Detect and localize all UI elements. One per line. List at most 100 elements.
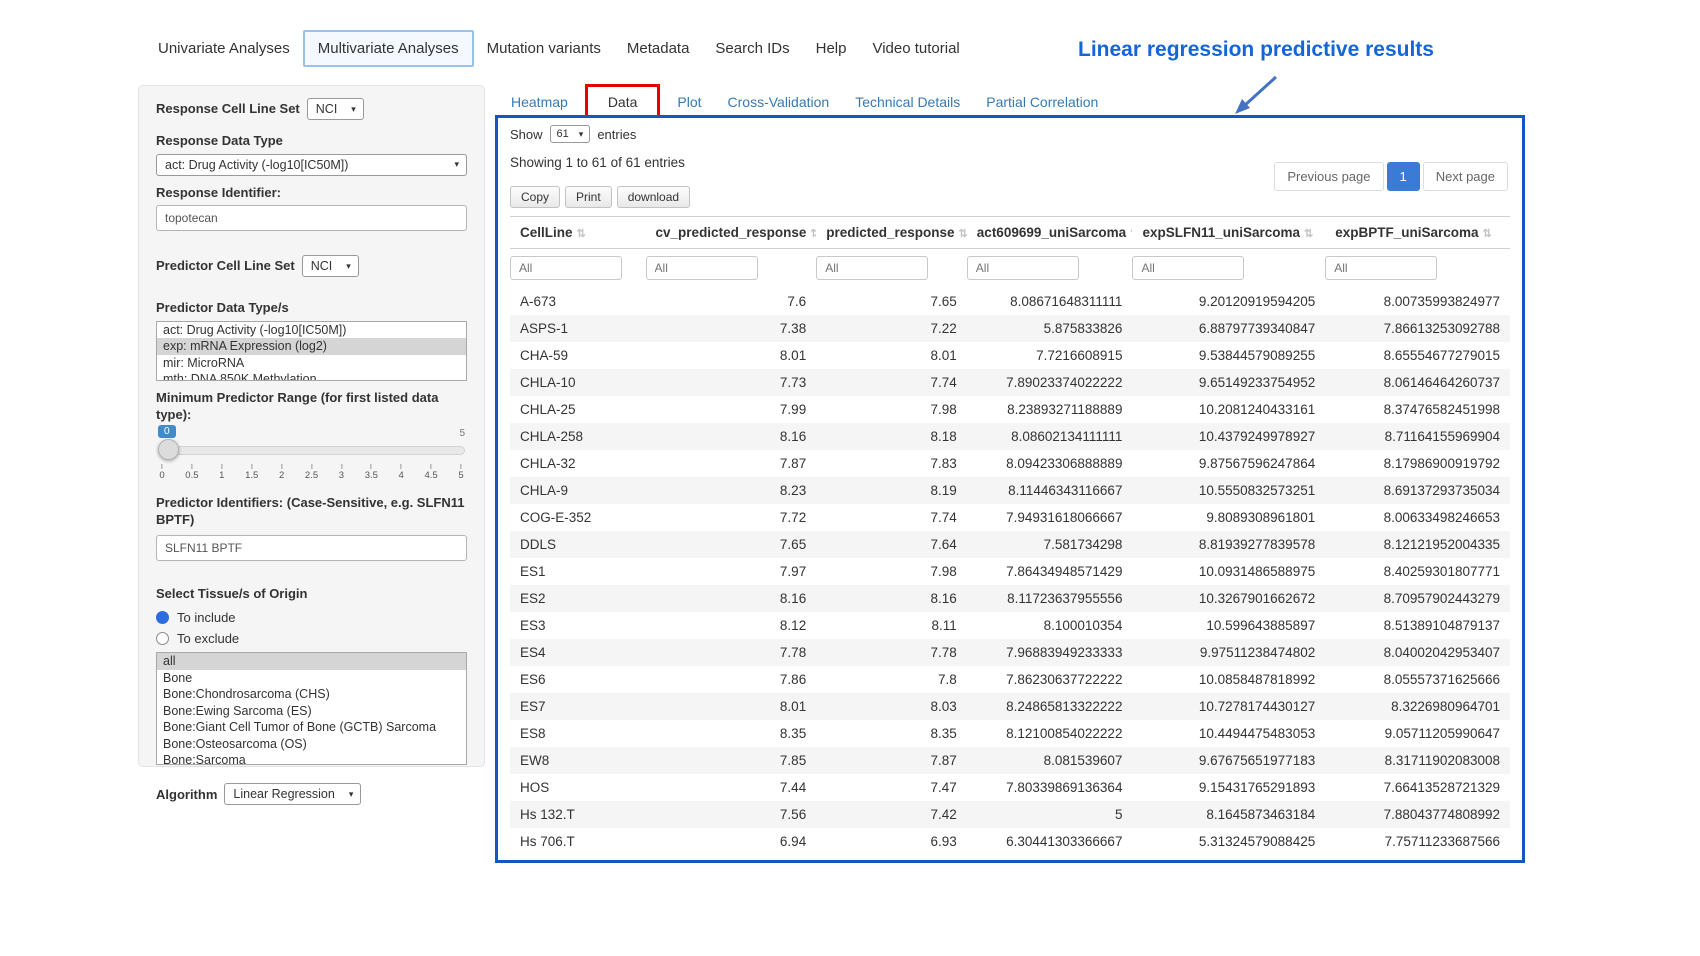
radio-selected-icon: [156, 611, 169, 624]
table-cell: 8.01: [646, 693, 817, 720]
slider-track[interactable]: [158, 446, 465, 455]
column-filter-input-cv-predicted-response[interactable]: [646, 256, 758, 280]
tab-partial-correlation[interactable]: Partial Correlation: [973, 88, 1111, 116]
predictor-type-option-act-drug-activity-log10-ic50m[interactable]: act: Drug Activity (-log10[IC50M]): [157, 322, 466, 339]
table-row[interactable]: ES38.128.118.10001035410.5996438858978.5…: [510, 612, 1510, 639]
table-row[interactable]: CHA-598.018.017.72166089159.538445790892…: [510, 342, 1510, 369]
tab-heatmap[interactable]: Heatmap: [498, 88, 581, 116]
predictor-type-option-mir-microrna[interactable]: mir: MicroRNA: [157, 355, 466, 372]
show-entries-select[interactable]: 61 ▾: [550, 125, 591, 143]
copy-button[interactable]: Copy: [510, 186, 560, 208]
table-cell: 10.0931486588975: [1132, 558, 1325, 585]
predictor-identifiers-label: Predictor Identifiers: (Case-Sensitive, …: [156, 494, 467, 529]
nav-tab-univariate-analyses[interactable]: Univariate Analyses: [145, 32, 303, 65]
tab-cross-validation[interactable]: Cross-Validation: [715, 88, 843, 116]
predictor-identifiers-input[interactable]: [156, 535, 467, 561]
column-header-cv-predicted-response[interactable]: cv_predicted_response⇅: [646, 217, 817, 249]
current-page-button[interactable]: 1: [1387, 162, 1420, 191]
predictor-type-option-exp-mrna-expression-log2[interactable]: exp: mRNA Expression (log2): [157, 338, 466, 355]
tissue-option-bone-giant-cell-tumor-of-bone-gctb-sarcoma[interactable]: Bone:Giant Cell Tumor of Bone (GCTB) Sar…: [157, 719, 466, 736]
column-filter-input-cellline[interactable]: [510, 256, 622, 280]
column-filter-input-predicted-response[interactable]: [816, 256, 928, 280]
tissue-option-bone[interactable]: Bone: [157, 670, 466, 687]
slider-handle[interactable]: [158, 439, 179, 460]
tissue-option-bone-osteosarcoma-os[interactable]: Bone:Osteosarcoma (OS): [157, 736, 466, 753]
table-row[interactable]: ES67.867.87.8623063772222210.08584878189…: [510, 666, 1510, 693]
table-cell: 7.74: [816, 504, 967, 531]
table-cell: 8.19: [816, 477, 967, 504]
column-header-cellline[interactable]: CellLine⇅: [510, 217, 646, 249]
column-header-expslfn11-unisarcoma[interactable]: expSLFN11_uniSarcoma⇅: [1132, 217, 1325, 249]
column-header-expbptf-unisarcoma[interactable]: expBPTF_uniSarcoma⇅: [1325, 217, 1510, 249]
cell-line-name: COG-E-352: [510, 504, 646, 531]
table-row[interactable]: DDLS7.657.647.5817342988.819392778395788…: [510, 531, 1510, 558]
table-cell: 7.85: [646, 747, 817, 774]
table-cell: 8.18: [816, 423, 967, 450]
table-row[interactable]: Hs 132.T7.567.4258.16458734631847.880437…: [510, 801, 1510, 828]
table-cell: 5: [967, 801, 1133, 828]
table-row[interactable]: CHLA-257.997.988.2389327118888910.208124…: [510, 396, 1510, 423]
slider-tick-label: 2: [279, 464, 284, 481]
nav-tab-video-tutorial[interactable]: Video tutorial: [859, 32, 972, 65]
table-cell: 7.78: [816, 639, 967, 666]
cell-line-name: A-673: [510, 288, 646, 315]
table-row[interactable]: ES88.358.358.1210085402222210.4494475483…: [510, 720, 1510, 747]
tab-technical-details[interactable]: Technical Details: [842, 88, 973, 116]
nav-tab-mutation-variants[interactable]: Mutation variants: [474, 32, 614, 65]
table-row[interactable]: CHLA-327.877.838.094233068888899.8756759…: [510, 450, 1510, 477]
table-cell: 8.17986900919792: [1325, 450, 1510, 477]
column-filter-input-act609699-unisarcoma[interactable]: [967, 256, 1079, 280]
response-data-type-select[interactable]: act: Drug Activity (-log10[IC50M]) ▾: [156, 154, 467, 176]
table-row[interactable]: CHLA-98.238.198.1144634311666710.5550832…: [510, 477, 1510, 504]
table-cell: 8.00735993824977: [1325, 288, 1510, 315]
table-row[interactable]: CHLA-2588.168.188.0860213411111110.43792…: [510, 423, 1510, 450]
table-body: A-6737.67.658.086716483111119.2012091959…: [510, 288, 1510, 855]
table-row[interactable]: Hs 706.T6.946.936.304413033666675.313245…: [510, 828, 1510, 855]
tab-data[interactable]: Data: [595, 88, 651, 116]
response-identifier-input[interactable]: [156, 205, 467, 231]
cell-line-name: CHLA-9: [510, 477, 646, 504]
nav-tab-help[interactable]: Help: [803, 32, 860, 65]
previous-page-button[interactable]: Previous page: [1274, 162, 1383, 191]
table-row[interactable]: EW87.857.878.0815396079.676756519771838.…: [510, 747, 1510, 774]
radio-to-include[interactable]: To include: [156, 610, 467, 625]
table-row[interactable]: COG-E-3527.727.747.949316180666679.80893…: [510, 504, 1510, 531]
radio-to-exclude[interactable]: To exclude: [156, 631, 467, 646]
table-row[interactable]: ES47.787.787.968839492333339.97511238474…: [510, 639, 1510, 666]
predictor-type-option-mth-dna-850k-methylation[interactable]: mth: DNA 850K Methylation: [157, 371, 466, 381]
next-page-button[interactable]: Next page: [1423, 162, 1508, 191]
table-row[interactable]: HOS7.447.477.803398691363649.15431765291…: [510, 774, 1510, 801]
response-cell-line-set-select[interactable]: NCI ▾: [307, 98, 364, 120]
table-cell: 7.86230637722222: [967, 666, 1133, 693]
cell-line-name: EW8: [510, 747, 646, 774]
min-predictor-range-slider: 0 5 00.511.522.533.544.55: [158, 428, 465, 484]
tissue-option-bone-ewing-sarcoma-es[interactable]: Bone:Ewing Sarcoma (ES): [157, 703, 466, 720]
column-header-act609699-unisarcoma[interactable]: act609699_uniSarcoma⇅: [967, 217, 1133, 249]
tab-plot[interactable]: Plot: [664, 88, 714, 116]
print-button[interactable]: Print: [565, 186, 612, 208]
predictor-cell-line-set-select[interactable]: NCI ▾: [302, 255, 359, 277]
table-row[interactable]: ES17.977.987.8643494857142910.0931486588…: [510, 558, 1510, 585]
nav-tab-multivariate-analyses[interactable]: Multivariate Analyses: [303, 30, 474, 67]
table-row[interactable]: ES78.018.038.2486581332222210.7278174430…: [510, 693, 1510, 720]
download-button[interactable]: download: [617, 186, 690, 208]
table-cell: 7.97: [646, 558, 817, 585]
nav-tab-search-ids[interactable]: Search IDs: [702, 32, 802, 65]
cell-line-name: ES1: [510, 558, 646, 585]
table-row[interactable]: CHLA-107.737.747.890233740222229.6514923…: [510, 369, 1510, 396]
algorithm-select[interactable]: Linear Regression ▾: [224, 783, 361, 805]
table-cell: 5.875833826: [967, 315, 1133, 342]
table-cell: 8.31711902083008: [1325, 747, 1510, 774]
column-filter-input-expbptf-unisarcoma[interactable]: [1325, 256, 1437, 280]
column-header-predicted-response[interactable]: predicted_response⇅: [816, 217, 967, 249]
tissue-option-bone-chondrosarcoma-chs[interactable]: Bone:Chondrosarcoma (CHS): [157, 686, 466, 703]
table-row[interactable]: ES28.168.168.1172363795555610.3267901662…: [510, 585, 1510, 612]
table-cell: 10.599643885897: [1132, 612, 1325, 639]
tissue-option-all[interactable]: all: [157, 653, 466, 670]
slider-ticks: 00.511.522.533.544.55: [162, 464, 461, 482]
table-row[interactable]: A-6737.67.658.086716483111119.2012091959…: [510, 288, 1510, 315]
tissue-option-bone-sarcoma[interactable]: Bone:Sarcoma: [157, 752, 466, 765]
table-row[interactable]: ASPS-17.387.225.8758338266.8879773934084…: [510, 315, 1510, 342]
column-filter-input-expslfn11-unisarcoma[interactable]: [1132, 256, 1244, 280]
nav-tab-metadata[interactable]: Metadata: [614, 32, 703, 65]
